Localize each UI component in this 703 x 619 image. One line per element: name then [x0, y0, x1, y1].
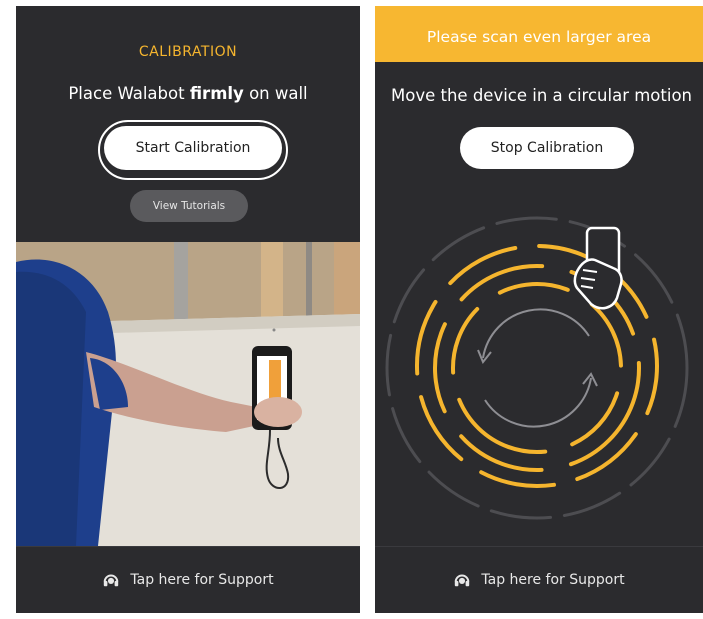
support-label: Tap here for Support — [481, 572, 625, 588]
stop-calibration-button[interactable]: Stop Calibration — [460, 127, 634, 169]
instruction-text-post: on wall — [249, 84, 308, 103]
calibration-title: CALIBRATION — [138, 44, 238, 60]
calibration-screen: CALIBRATION Place Walabot firmly on wall… — [16, 6, 360, 613]
headset-icon — [104, 574, 119, 587]
headset-icon — [455, 574, 470, 587]
view-tutorials-button[interactable]: View Tutorials — [130, 190, 248, 222]
scanning-screen: Please scan even larger area Move the de… — [375, 6, 703, 613]
circular-arrows-icon — [477, 308, 598, 428]
instruction-text-pre: Place Walabot — [68, 84, 185, 103]
support-link[interactable]: Tap here for Support — [16, 546, 360, 613]
instruction-text-bold: firmly — [189, 84, 244, 103]
placement-instruction: Place Walabot firmly on wall — [16, 84, 360, 103]
support-link[interactable]: Tap here for Support — [375, 546, 703, 613]
hand-holding-phone-icon — [573, 226, 623, 310]
start-calibration-button[interactable]: Start Calibration — [104, 126, 282, 170]
motion-instruction: Move the device in a circular motion — [391, 86, 693, 105]
support-label: Tap here for Support — [130, 572, 274, 588]
scan-warning-banner: Please scan even larger area — [375, 6, 703, 62]
scan-progress-rings — [375, 206, 703, 536]
tutorial-photo — [16, 242, 360, 546]
